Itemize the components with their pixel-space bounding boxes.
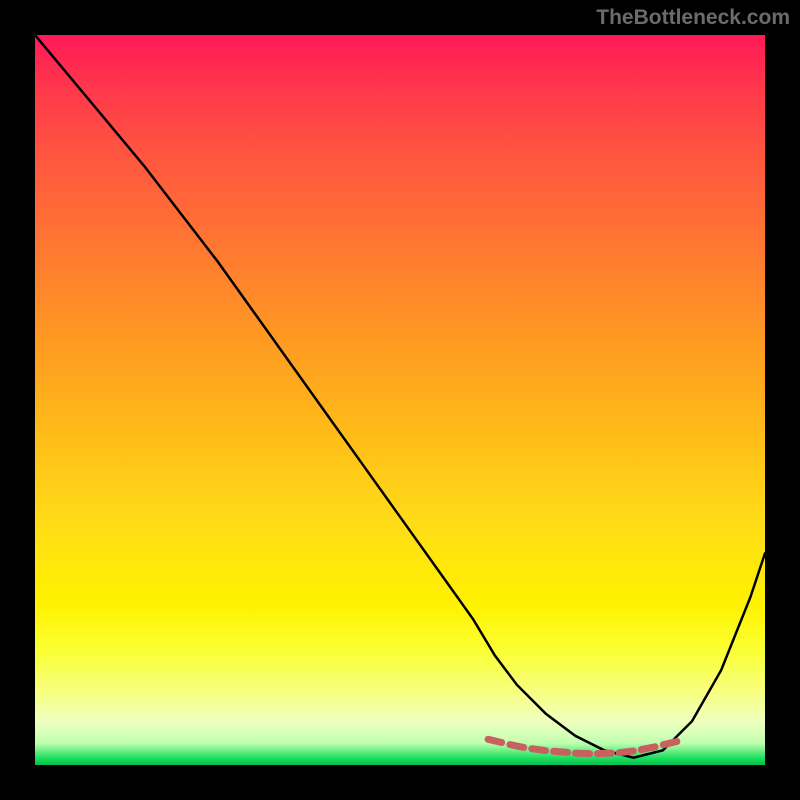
watermark-text: TheBottleneck.com xyxy=(596,6,790,30)
bottleneck-heatmap-gradient xyxy=(35,35,765,765)
chart-container: TheBottleneck.com xyxy=(0,0,800,800)
